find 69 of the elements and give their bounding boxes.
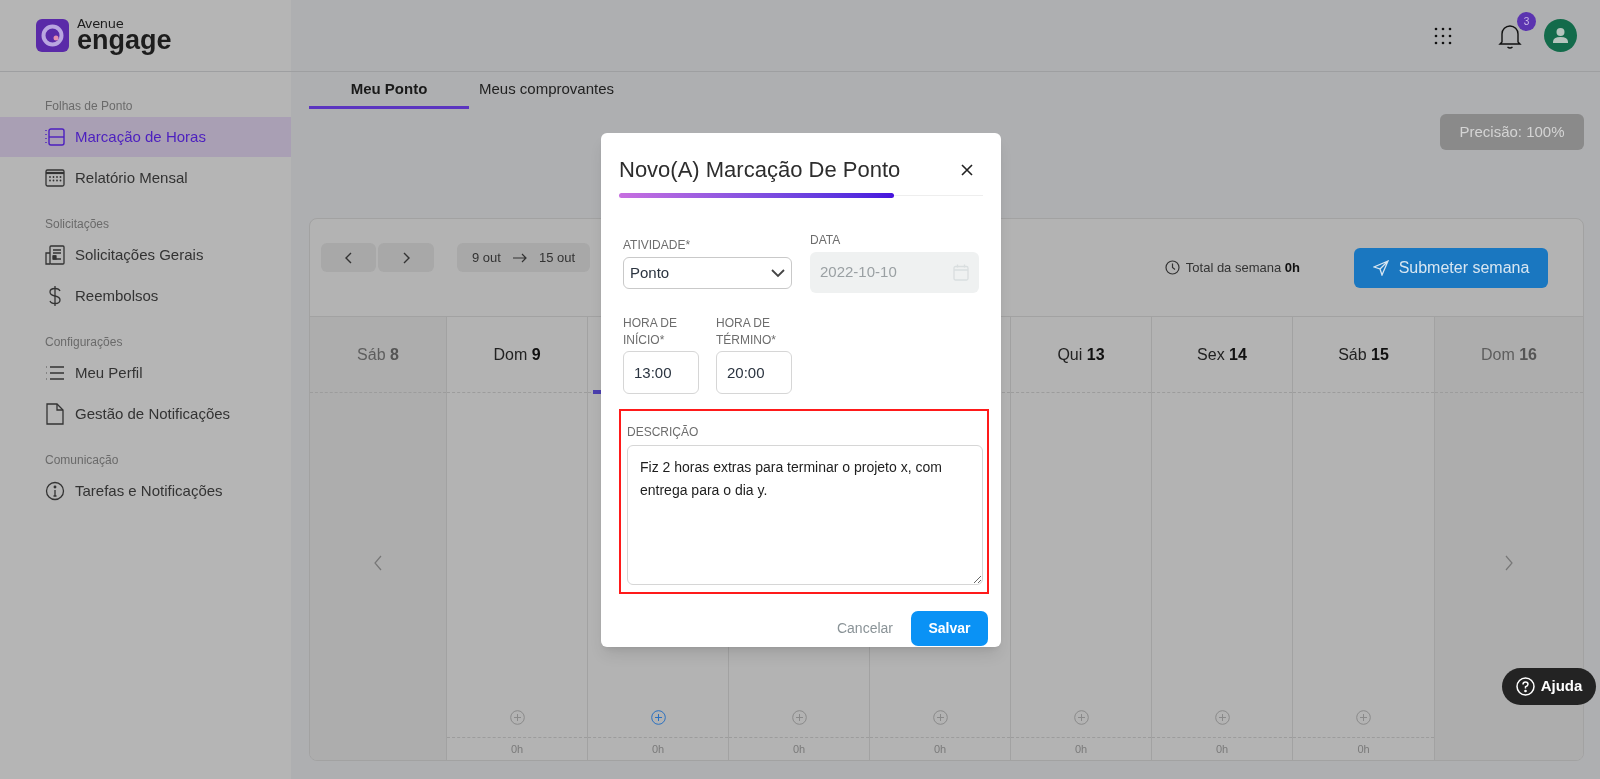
range-start: 9 out [472, 248, 501, 267]
chevron-left-icon[interactable] [374, 554, 382, 571]
chevron-down-icon [771, 268, 785, 278]
sidebar-item[interactable]: Marcação de Horas [0, 117, 291, 157]
field-label: HORA DE TÉRMINO* [716, 315, 777, 349]
sidebar-item[interactable]: Solicitações Gerais [0, 235, 291, 275]
sidebar-section-title: Solicitações [44, 216, 111, 233]
field-label: DATA [810, 232, 842, 249]
sidebar-section-title: Configurações [44, 334, 124, 351]
help-button[interactable]: Ajuda [1502, 668, 1596, 705]
notification-badge: 3 [1517, 11, 1536, 31]
day-header: Dom 9 [493, 344, 541, 365]
user-avatar-icon[interactable] [1544, 19, 1577, 52]
add-entry-icon[interactable] [1214, 710, 1230, 725]
cancel-button[interactable]: Cancelar [834, 618, 895, 639]
dialog-title: Novo(A) Marcação De Ponto [619, 156, 901, 184]
bell-icon[interactable] [1498, 22, 1522, 49]
chevron-left-icon [344, 251, 353, 264]
logo-icon [36, 19, 69, 52]
week-total: Total da semana 0h [1185, 259, 1300, 277]
add-entry-icon[interactable] [509, 710, 525, 725]
chevron-right-icon[interactable] [1505, 554, 1513, 571]
list-layout-icon [45, 128, 65, 146]
time-field[interactable]: 20:00 [716, 351, 792, 394]
apps-grid-icon[interactable] [1434, 26, 1452, 45]
sidebar-item[interactable]: Relatório Mensal [0, 158, 291, 198]
add-entry-icon[interactable] [791, 710, 807, 725]
add-entry-icon[interactable] [1073, 710, 1089, 725]
info-icon [45, 481, 65, 501]
next-week-button[interactable] [378, 243, 434, 272]
help-icon [1515, 677, 1535, 696]
field-label: DESCRIÇÃO [627, 424, 700, 441]
field-label: ATIVIDADE* [623, 237, 692, 254]
tab[interactable]: Meus comprovantes [469, 72, 625, 109]
add-entry-icon[interactable] [650, 710, 666, 725]
submit-week-button[interactable]: Submeter semana [1354, 248, 1548, 288]
range-end: 15 out [538, 248, 576, 267]
sidebar-item[interactable]: Tarefas e Notificações [0, 471, 291, 511]
sidebar-item[interactable]: Gestão de Notificações [0, 394, 291, 434]
description-field[interactable]: Fiz 2 horas extras para terminar o projeto x, com entrega para o dia y. [627, 445, 983, 585]
day-header: Qui 13 [1057, 344, 1105, 365]
date-field: 2022-10-10 [810, 252, 979, 293]
save-button[interactable]: Salvar [911, 611, 988, 646]
clock-icon [1164, 260, 1180, 276]
time-field[interactable]: 13:00 [623, 351, 699, 394]
day-header: Sex 14 [1197, 344, 1247, 365]
day-header: Sáb 8 [357, 344, 399, 365]
day-header: Dom 16 [1481, 344, 1537, 365]
close-icon [961, 164, 973, 176]
add-entry-icon[interactable] [932, 710, 948, 725]
field-label: HORA DE INÍCIO* [623, 315, 678, 349]
sidebar-section-title: Folhas de Ponto [44, 98, 134, 115]
arrow-right-icon [512, 252, 527, 263]
newspaper-icon [45, 245, 65, 265]
add-entry-icon[interactable] [1356, 710, 1371, 725]
day-header: Sáb 15 [1338, 344, 1389, 365]
calendar-icon [45, 168, 65, 188]
previous-week-button[interactable] [321, 243, 376, 272]
document-icon [46, 403, 64, 425]
sidebar-item[interactable]: Reembolsos [0, 276, 291, 316]
activity-select[interactable]: Ponto [623, 257, 792, 289]
sidebar-item[interactable]: Meu Perfil [0, 353, 291, 393]
send-icon [1372, 260, 1389, 276]
tab[interactable]: Meu Ponto [309, 72, 469, 109]
chevron-right-icon [402, 251, 410, 264]
logo-wordmark: engage [77, 27, 172, 54]
list-icon [45, 365, 65, 381]
logo-subtitle: Avenue [77, 17, 125, 30]
sidebar-section-title: Comunicação [44, 452, 120, 469]
